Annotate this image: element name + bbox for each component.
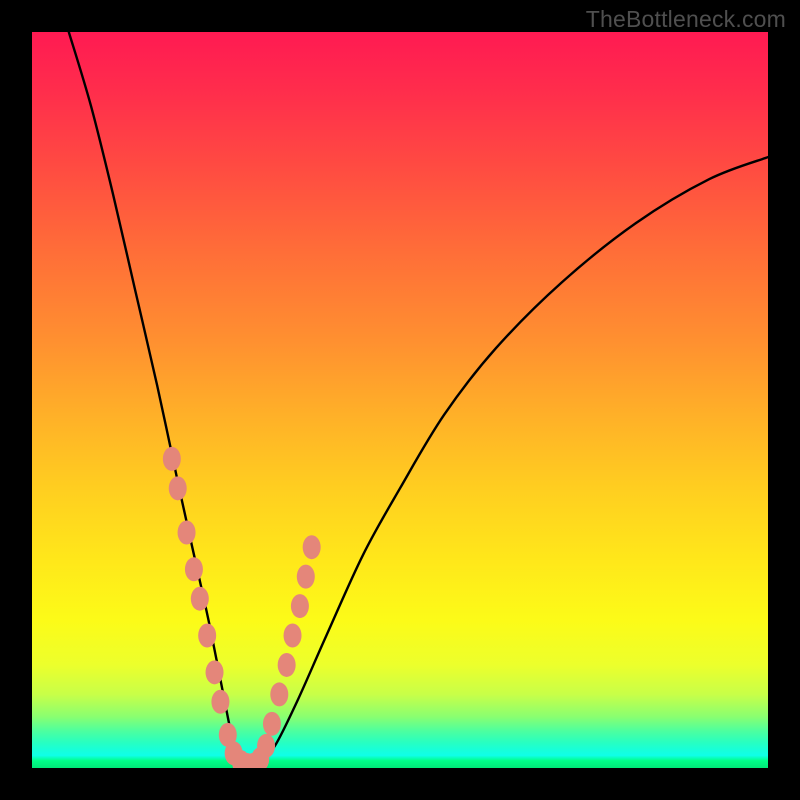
data-marker <box>206 660 224 684</box>
data-marker <box>284 624 302 648</box>
data-marker <box>169 476 187 500</box>
curve-layer <box>69 32 768 768</box>
data-marker <box>270 682 288 706</box>
data-marker <box>211 690 229 714</box>
chart-frame: TheBottleneck.com <box>0 0 800 800</box>
marker-layer <box>163 447 321 768</box>
data-marker <box>198 624 216 648</box>
data-marker <box>263 712 281 736</box>
data-marker <box>163 447 181 471</box>
watermark-text: TheBottleneck.com <box>586 6 786 33</box>
data-marker <box>291 594 309 618</box>
data-marker <box>278 653 296 677</box>
data-marker <box>185 557 203 581</box>
data-marker <box>191 587 209 611</box>
data-marker <box>297 565 315 589</box>
data-marker <box>257 734 275 758</box>
chart-svg <box>32 32 768 768</box>
bottleneck-curve <box>69 32 768 768</box>
data-marker <box>178 520 196 544</box>
plot-area <box>32 32 768 768</box>
data-marker <box>303 535 321 559</box>
